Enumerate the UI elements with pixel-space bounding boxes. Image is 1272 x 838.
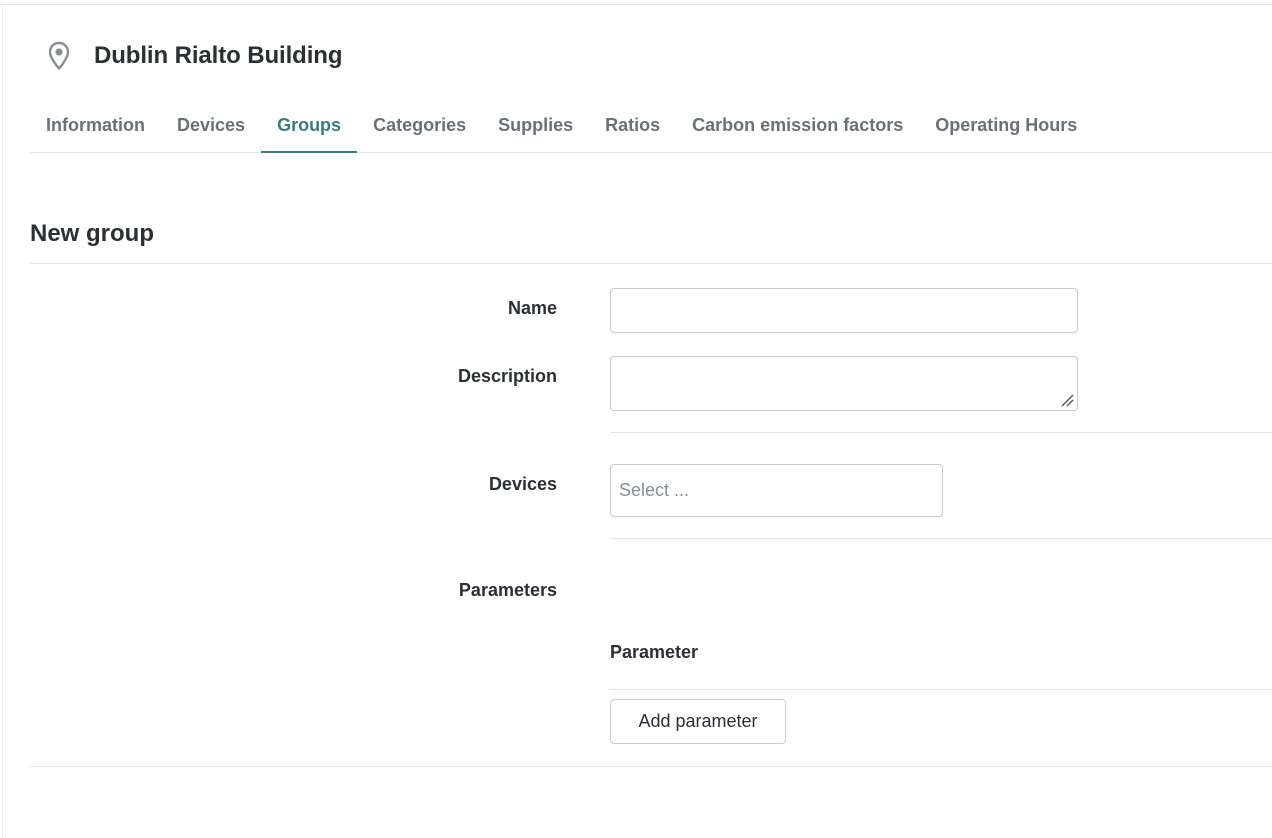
- page: Dublin Rialto Building Information Devic…: [0, 0, 1272, 838]
- tab-categories[interactable]: Categories: [357, 106, 482, 152]
- field-divider: [610, 432, 1272, 433]
- form-bottom-divider: [30, 766, 1272, 767]
- name-label: Name: [507, 298, 557, 318]
- description-textarea[interactable]: [610, 356, 1078, 411]
- tab-carbon-emission-factors[interactable]: Carbon emission factors: [676, 106, 919, 152]
- tab-ratios[interactable]: Ratios: [589, 106, 676, 152]
- tab-information[interactable]: Information: [30, 106, 161, 152]
- description-label: Description: [457, 366, 557, 386]
- resize-handle-icon[interactable]: [1060, 393, 1074, 407]
- tab-groups[interactable]: Groups: [261, 106, 358, 153]
- devices-select-placeholder: Select ...: [619, 480, 690, 500]
- tab-bar: Information Devices Groups Categories Su…: [30, 106, 1272, 153]
- tab-devices[interactable]: Devices: [161, 106, 261, 152]
- field-divider: [610, 538, 1272, 539]
- name-input[interactable]: [610, 288, 1078, 333]
- top-divider: [0, 4, 1272, 5]
- devices-select[interactable]: Select ...: [610, 464, 943, 517]
- parameters-label: Parameters: [458, 580, 557, 600]
- section-divider: [30, 263, 1272, 264]
- devices-label: Devices: [488, 474, 557, 494]
- add-parameter-button[interactable]: Add parameter: [610, 699, 786, 744]
- section-title: New group: [30, 220, 154, 247]
- parameter-table-divider: [610, 689, 1272, 690]
- page-title: Dublin Rialto Building: [94, 42, 343, 69]
- page-header: Dublin Rialto Building: [46, 40, 343, 72]
- tab-supplies[interactable]: Supplies: [482, 106, 589, 152]
- map-pin-icon: [46, 40, 72, 72]
- parameter-column-header: Parameter: [610, 642, 699, 662]
- tab-operating-hours[interactable]: Operating Hours: [919, 106, 1093, 152]
- left-divider: [2, 4, 3, 838]
